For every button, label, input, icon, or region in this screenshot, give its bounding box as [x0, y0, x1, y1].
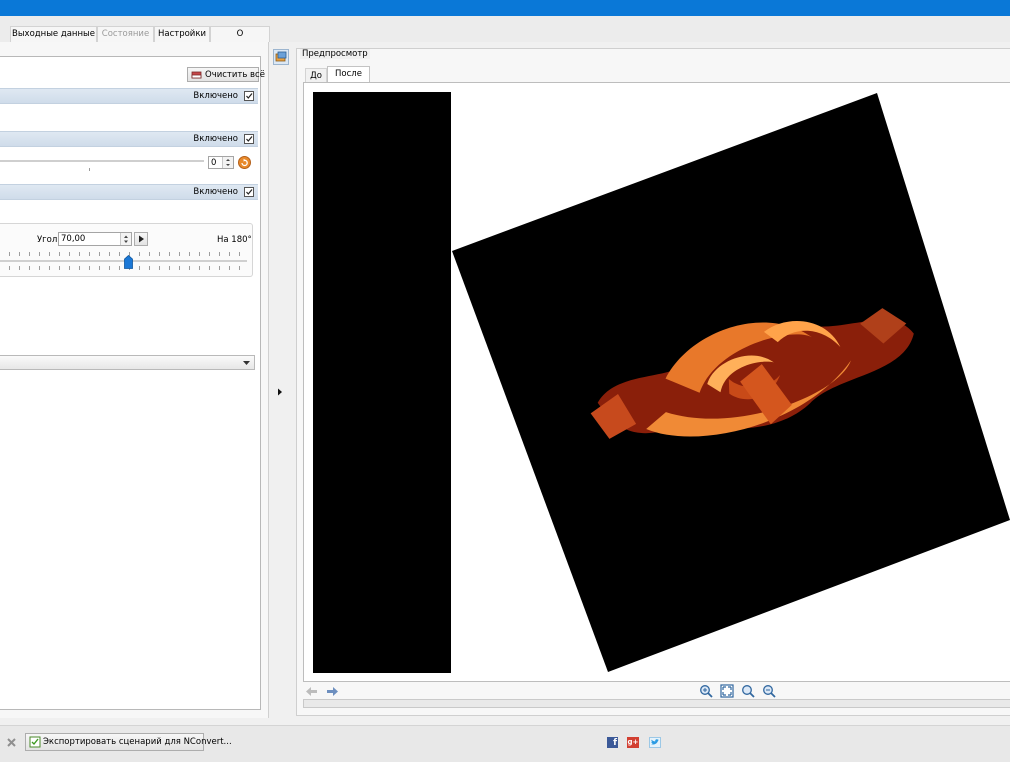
tab-after[interactable]: После	[327, 66, 370, 83]
fit-to-window-button[interactable]	[720, 684, 734, 698]
more-actions-dropdown[interactable]	[0, 355, 255, 370]
angle-value: 70,00	[61, 234, 86, 244]
spin-arrows[interactable]	[222, 157, 233, 168]
enabled-label: Включено	[193, 187, 238, 197]
tab-about[interactable]: О программе	[210, 26, 270, 54]
close-button[interactable]	[6, 737, 17, 748]
export-nconvert-button[interactable]: Экспортировать сценарий для NConvert...	[25, 733, 232, 751]
enabled-checkbox[interactable]	[244, 91, 254, 101]
chevron-down-icon	[243, 361, 250, 365]
value-spinbox[interactable]: 0	[208, 156, 234, 169]
zoom-in-button[interactable]	[699, 684, 713, 698]
tab-status[interactable]: Состояние	[97, 26, 154, 42]
eraser-icon	[191, 70, 202, 80]
enabled-checkbox[interactable]	[244, 134, 254, 144]
value-slider-track[interactable]	[0, 160, 204, 163]
arrow-left-icon	[306, 687, 317, 696]
facebook-icon[interactable]: f	[607, 737, 618, 748]
reset-icon[interactable]	[238, 156, 251, 169]
twitter-icon[interactable]	[649, 737, 661, 748]
script-icon	[29, 736, 41, 748]
zoom-out-icon	[763, 685, 776, 698]
preview-toggle-button[interactable]	[273, 49, 289, 65]
rotate-180-label: На 180°	[217, 235, 252, 245]
panel-expand-arrow[interactable]	[276, 387, 284, 397]
spinbox-value: 0	[211, 158, 217, 168]
zoom-out-button[interactable]	[762, 684, 776, 698]
angle-label: Угол	[37, 235, 58, 245]
clear-all-button[interactable]: Очистить всё	[187, 67, 265, 82]
zoom-actual-button[interactable]	[741, 684, 755, 698]
preview-group-label: Предпросмотр	[300, 49, 370, 59]
export-label: Экспортировать сценарий для NConvert...	[43, 737, 232, 747]
play-button[interactable]	[134, 232, 148, 246]
play-icon	[139, 235, 144, 243]
section-header-3: Включено	[0, 184, 258, 200]
enabled-label: Включено	[193, 134, 238, 144]
preview-image	[313, 92, 1010, 673]
clear-all-label: Очистить всё	[205, 70, 265, 80]
enabled-checkbox[interactable]	[244, 187, 254, 197]
zoom-icon	[742, 685, 755, 698]
angle-slider-thumb[interactable]	[124, 254, 133, 269]
angle-input[interactable]: 70,00	[58, 232, 132, 246]
previous-image-button[interactable]	[305, 686, 318, 697]
fit-window-icon	[720, 684, 734, 698]
close-icon	[7, 738, 16, 747]
window-title-bar	[0, 0, 1010, 16]
slider-tick	[89, 168, 90, 171]
angle-spin-arrows[interactable]	[120, 233, 131, 245]
main-tab-strip: Выходные данные Состояние Настройки О пр…	[0, 16, 1010, 54]
zoom-in-icon	[700, 685, 713, 698]
actions-panel: Очистить всё Включено Включено 0 Включен…	[0, 56, 265, 710]
tab-settings[interactable]: Настройки	[154, 26, 210, 42]
image-stack-icon	[275, 51, 287, 62]
next-image-button[interactable]	[326, 686, 339, 697]
preview-canvas[interactable]	[303, 82, 1010, 682]
preview-horizontal-scrollbar[interactable]	[303, 699, 1010, 708]
enabled-label: Включено	[193, 91, 238, 101]
section-header-1: Включено	[0, 88, 258, 104]
tab-output[interactable]: Выходные данные	[10, 26, 97, 42]
google-plus-icon[interactable]: g+	[627, 737, 639, 748]
tab-before[interactable]: До	[305, 68, 327, 83]
section-header-2: Включено	[0, 131, 258, 147]
chevron-right-icon	[278, 388, 282, 396]
arrow-right-icon	[327, 687, 338, 696]
